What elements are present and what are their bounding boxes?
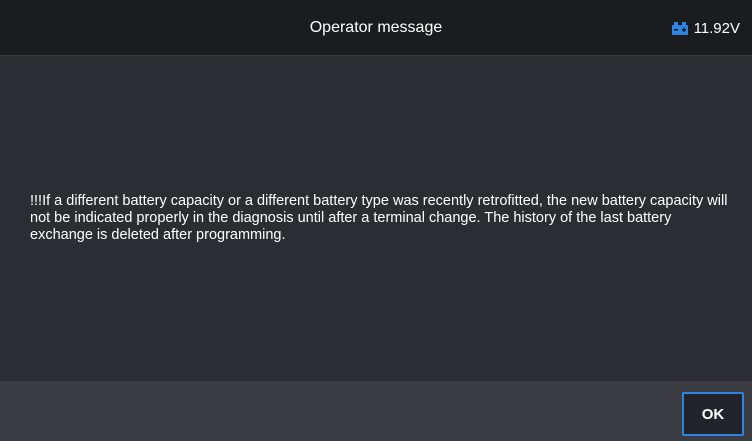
vehicle-battery-icon (671, 20, 689, 36)
battery-status: 11.92V (671, 0, 740, 56)
header-bar: Operator message 11.92V (0, 0, 752, 56)
operator-message-screen: Operator message 11.92V !!!If a differen… (0, 0, 752, 441)
operator-message-text: !!!If a different battery capacity or a … (30, 193, 728, 243)
ok-button[interactable]: OK (682, 392, 744, 436)
message-area: !!!If a different battery capacity or a … (0, 56, 752, 381)
page-title: Operator message (309, 19, 443, 36)
footer-bar: OK (0, 381, 752, 441)
battery-voltage: 11.92V (693, 19, 740, 37)
